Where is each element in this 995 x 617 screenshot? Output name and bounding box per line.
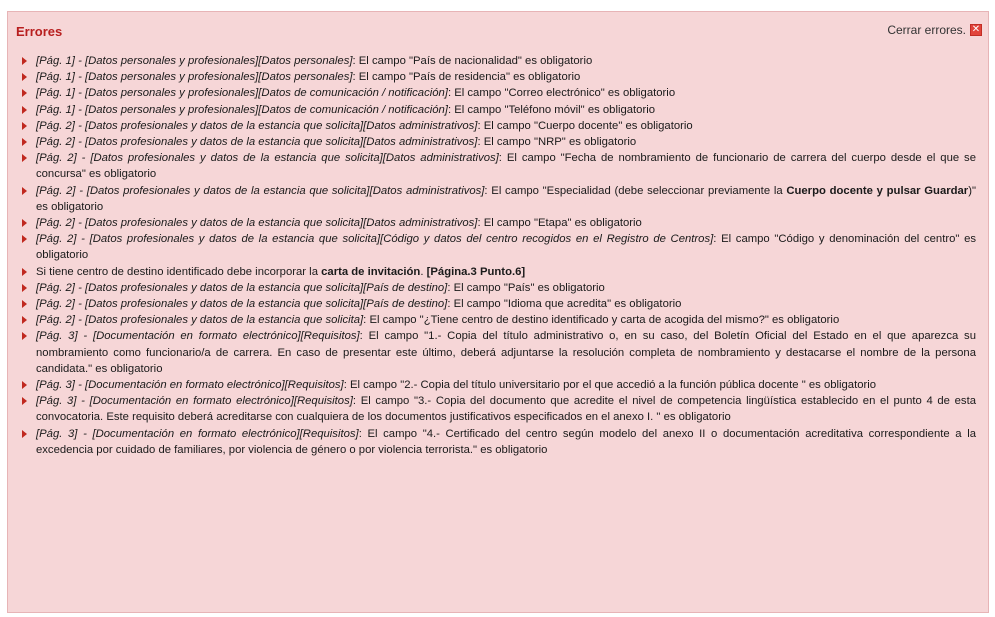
error-item: [Pág. 3] - [Documentación en formato ele… bbox=[22, 328, 976, 377]
errors-title: Errores bbox=[16, 24, 63, 39]
bullet-arrow-icon bbox=[22, 332, 27, 341]
error-item: [Pág. 2] - [Datos profesionales y datos … bbox=[22, 118, 976, 134]
error-location: [Pág. 2] - [Datos profesionales y datos … bbox=[36, 184, 485, 197]
error-list: [Pág. 1] - [Datos personales y profesion… bbox=[22, 53, 976, 458]
error-location: [Pág. 2] - [Datos profesionales y datos … bbox=[36, 152, 499, 165]
close-errors-label[interactable]: Cerrar errores. bbox=[887, 23, 966, 37]
error-message: : El campo "2.- Copia del título univers… bbox=[343, 379, 877, 392]
bullet-arrow-icon bbox=[22, 138, 27, 147]
bullet-arrow-icon bbox=[22, 300, 27, 309]
close-icon[interactable]: ✕ bbox=[970, 24, 982, 36]
bullet-arrow-icon bbox=[22, 381, 27, 390]
error-item: [Pág. 2] - [Datos profesionales y datos … bbox=[22, 150, 976, 182]
bullet-arrow-icon bbox=[22, 89, 27, 98]
error-item: [Pág. 2] - [Datos profesionales y datos … bbox=[22, 215, 976, 231]
error-location: [Pág. 2] - [Datos profesionales y datos … bbox=[36, 136, 478, 149]
error-message: : El campo "Correo electrónico" es oblig… bbox=[447, 87, 676, 100]
error-location: [Pág. 3] - [Documentación en formato ele… bbox=[36, 395, 353, 408]
error-location: [Pág. 1] - [Datos personales y profesion… bbox=[36, 103, 448, 116]
error-emphasis: carta de invitación bbox=[321, 265, 421, 278]
close-errors-button[interactable]: Cerrar errores. ✕ bbox=[887, 23, 982, 37]
bullet-arrow-icon bbox=[22, 235, 27, 244]
error-message: : El campo "Teléfono móvil" es obligator… bbox=[447, 103, 656, 116]
error-message: : El campo "País" es obligatorio bbox=[447, 281, 605, 294]
bullet-arrow-icon bbox=[22, 57, 27, 65]
error-emphasis: Cuerpo docente y pulsar Guardar bbox=[786, 184, 969, 197]
error-message: : El campo "NRP" es obligatorio bbox=[477, 136, 637, 149]
bullet-arrow-icon bbox=[22, 219, 27, 228]
errors-panel: Errores Cerrar errores. ✕ [Pág. 1] - [Da… bbox=[7, 11, 989, 613]
bullet-arrow-icon bbox=[22, 429, 27, 438]
error-location: [Pág. 2] - [Datos profesionales y datos … bbox=[36, 119, 478, 132]
error-location: [Pág. 3] - [Documentación en formato ele… bbox=[36, 427, 359, 440]
error-item: [Pág. 2] - [Datos profesionales y datos … bbox=[22, 183, 976, 215]
error-location: [Pág. 1] - [Datos personales y profesion… bbox=[36, 55, 353, 67]
error-location: [Pág. 3] - [Documentación en formato ele… bbox=[36, 379, 344, 392]
bullet-arrow-icon bbox=[22, 105, 27, 114]
error-message: : El campo "¿Tiene centro de destino ide… bbox=[363, 314, 840, 327]
error-item: [Pág. 1] - [Datos personales y profesion… bbox=[22, 102, 976, 118]
error-message: : El campo "Etapa" es obligatorio bbox=[477, 217, 642, 230]
error-item: [Pág. 2] - [Datos profesionales y datos … bbox=[22, 231, 976, 263]
error-item: [Pág. 1] - [Datos personales y profesion… bbox=[22, 53, 976, 69]
error-item: [Pág. 1] - [Datos personales y profesion… bbox=[22, 85, 976, 101]
error-item: [Pág. 2] - [Datos profesionales y datos … bbox=[22, 280, 976, 296]
error-location: [Pág. 1] - [Datos personales y profesion… bbox=[36, 87, 448, 100]
error-emphasis-tail: [Página.3 Punto.6] bbox=[426, 265, 526, 278]
error-location: [Pág. 1] - [Datos personales y profesion… bbox=[36, 71, 353, 84]
error-message: : El campo "Cuerpo docente" es obligator… bbox=[477, 119, 693, 132]
error-location: [Pág. 2] - [Datos profesionales y datos … bbox=[36, 233, 714, 246]
bullet-arrow-icon bbox=[22, 267, 27, 276]
error-item: [Pág. 3] - [Documentación en formato ele… bbox=[22, 426, 976, 458]
bullet-arrow-icon bbox=[22, 186, 27, 195]
error-location: [Pág. 3] - [Documentación en formato ele… bbox=[36, 330, 360, 343]
error-message: : El campo "País de residencia" es oblig… bbox=[352, 71, 581, 84]
error-item: [Pág. 3] - [Documentación en formato ele… bbox=[22, 393, 976, 425]
bullet-arrow-icon bbox=[22, 73, 27, 82]
error-message: : El campo "País de nacionalidad" es obl… bbox=[352, 55, 593, 67]
error-location: [Pág. 2] - [Datos profesionales y datos … bbox=[36, 217, 478, 230]
bullet-arrow-icon bbox=[22, 121, 27, 130]
bullet-arrow-icon bbox=[22, 283, 27, 292]
errors-header: Errores Cerrar errores. ✕ bbox=[8, 12, 988, 40]
error-location: [Pág. 2] - [Datos profesionales y datos … bbox=[36, 314, 364, 327]
error-item: [Pág. 2] - [Datos profesionales y datos … bbox=[22, 312, 976, 328]
error-item: [Pág. 2] - [Datos profesionales y datos … bbox=[22, 296, 976, 312]
bullet-arrow-icon bbox=[22, 154, 27, 163]
error-message: Si tiene centro de destino identificado … bbox=[36, 265, 322, 278]
error-message: : El campo "Idioma que acredita" es obli… bbox=[447, 298, 682, 311]
error-location: [Pág. 2] - [Datos profesionales y datos … bbox=[36, 281, 448, 294]
error-location: [Pág. 2] - [Datos profesionales y datos … bbox=[36, 298, 448, 311]
error-item: [Pág. 2] - [Datos profesionales y datos … bbox=[22, 134, 976, 150]
bullet-arrow-icon bbox=[22, 397, 27, 406]
bullet-arrow-icon bbox=[22, 316, 27, 325]
error-message: : El campo "Especialidad (debe seleccion… bbox=[484, 184, 787, 197]
error-item: Si tiene centro de destino identificado … bbox=[22, 264, 976, 280]
error-item: [Pág. 3] - [Documentación en formato ele… bbox=[22, 377, 976, 393]
error-item: [Pág. 1] - [Datos personales y profesion… bbox=[22, 69, 976, 85]
